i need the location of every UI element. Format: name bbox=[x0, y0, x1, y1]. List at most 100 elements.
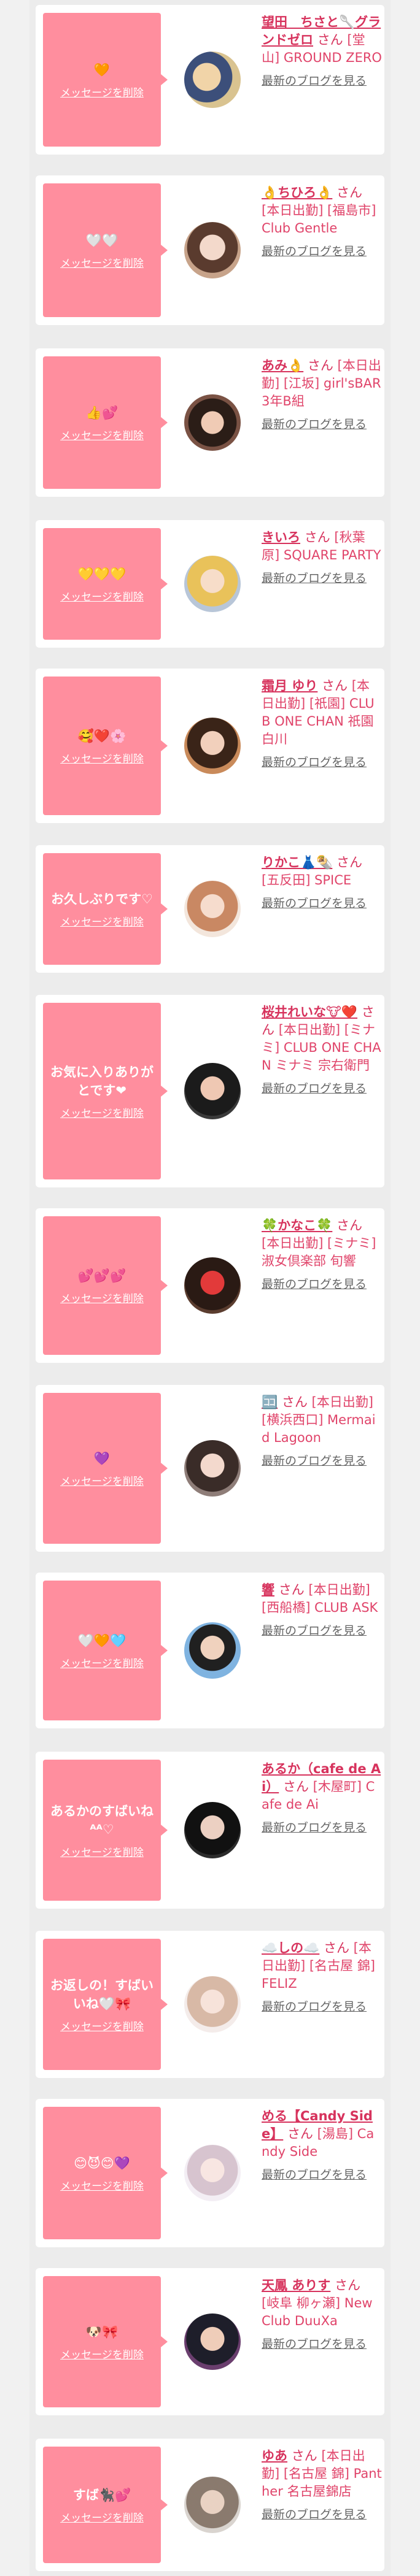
delete-message-link[interactable]: メッセージを削除 bbox=[60, 255, 144, 270]
profile-name-link[interactable]: 👌ちひろ👌 bbox=[262, 185, 332, 200]
profile-name-link[interactable]: 🈁 bbox=[262, 1395, 278, 1409]
avatar[interactable] bbox=[184, 52, 241, 108]
delete-message-link[interactable]: メッセージを削除 bbox=[60, 84, 144, 99]
profile-info: 🈁 さん [本日出勤] [横浜西口] Mermaid Lagoon 最新のブログ… bbox=[262, 1393, 382, 1470]
delete-message-link[interactable]: メッセージを削除 bbox=[60, 1473, 144, 1488]
delete-message-link[interactable]: メッセージを削除 bbox=[60, 1655, 144, 1670]
avatar[interactable] bbox=[184, 1976, 241, 2033]
profile-detail: [岐阜 柳ヶ瀬] New Club DuuXa bbox=[262, 2296, 373, 2328]
bubble-arrow-icon bbox=[161, 2336, 168, 2347]
bubble-arrow-icon bbox=[161, 578, 168, 589]
latest-blog-link[interactable]: 最新のブログを見る bbox=[262, 895, 382, 912]
message-text: 👍💕 bbox=[85, 405, 119, 420]
delete-message-link[interactable]: メッセージを削除 bbox=[60, 427, 144, 442]
avatar[interactable] bbox=[184, 2145, 241, 2201]
avatar[interactable] bbox=[184, 2313, 241, 2370]
honorific: さん bbox=[336, 1218, 362, 1233]
latest-blog-link[interactable]: 最新のブログを見る bbox=[262, 1081, 382, 1097]
list-item: 🥰❤️🌸 メッセージを削除 霜月 ゆり さん [本日出勤] [祇園] CLUB … bbox=[36, 669, 384, 823]
delete-message-link[interactable]: メッセージを削除 bbox=[60, 1105, 144, 1120]
latest-blog-link[interactable]: 最新のブログを見る bbox=[262, 2336, 382, 2353]
message-bubble: お久しぶりです♡ メッセージを削除 bbox=[43, 853, 161, 965]
profile-info: あるか（cafe de Ai） さん [木屋町] Cafe de Ai 最新のブ… bbox=[262, 1760, 382, 1836]
message-bubble: 😊😈😊💜 メッセージを削除 bbox=[43, 2107, 161, 2239]
message-bubble: すば🐈‍⬛💕 メッセージを削除 bbox=[43, 2447, 161, 2563]
list-item: 💜 メッセージを削除 🈁 さん [本日出勤] [横浜西口] Mermaid La… bbox=[36, 1385, 384, 1552]
profile-info: りかこ👗🌯 さん [五反田] SPICE 最新のブログを見る bbox=[262, 854, 382, 912]
avatar[interactable] bbox=[184, 556, 241, 612]
profile-name-link[interactable]: りかこ👗🌯 bbox=[262, 855, 332, 870]
bubble-arrow-icon bbox=[161, 1280, 168, 1291]
profile-name-link[interactable]: ゆあ bbox=[262, 2448, 287, 2463]
delete-message-link[interactable]: メッセージを削除 bbox=[60, 750, 144, 765]
delete-message-link[interactable]: メッセージを削除 bbox=[60, 588, 144, 604]
message-text: 💛💛💛 bbox=[77, 566, 126, 581]
delete-message-link[interactable]: メッセージを削除 bbox=[60, 2018, 144, 2033]
latest-blog-link[interactable]: 最新のブログを見る bbox=[262, 1999, 382, 2015]
delete-message-link[interactable]: メッセージを削除 bbox=[60, 2177, 144, 2193]
message-bubble: 🤍🧡🩵 メッセージを削除 bbox=[43, 1581, 161, 1720]
delete-message-link[interactable]: メッセージを削除 bbox=[60, 2346, 144, 2361]
profile-name-link[interactable]: ☁️しの☁️ bbox=[262, 1941, 319, 1955]
latest-blog-link[interactable]: 最新のブログを見る bbox=[262, 1820, 382, 1836]
profile-info: 桜井れいな🐮❤️ さん [本日出勤] [ミナミ] CLUB ONE CHAN ミ… bbox=[262, 1003, 382, 1097]
honorific: さん bbox=[322, 678, 348, 693]
avatar[interactable] bbox=[184, 222, 241, 278]
profile-detail: [本日出勤] [横浜西口] Mermaid Lagoon bbox=[262, 1395, 376, 1445]
latest-blog-link[interactable]: 最新のブログを見る bbox=[262, 73, 382, 90]
message-text: 🤍🤍 bbox=[85, 232, 119, 248]
honorific: さん bbox=[278, 1582, 305, 1597]
profile-name-link[interactable]: あみ👌 bbox=[262, 358, 303, 373]
avatar[interactable] bbox=[184, 718, 241, 774]
message-bubble: お返しの！すばいいね🤍🎀 メッセージを削除 bbox=[43, 1939, 161, 2070]
message-bubble: 🧡 メッセージを削除 bbox=[43, 13, 161, 147]
latest-blog-link[interactable]: 最新のブログを見る bbox=[262, 2507, 382, 2523]
latest-blog-link[interactable]: 最新のブログを見る bbox=[262, 754, 382, 771]
profile-info: きいろ さん [秋葉原] SQUARE PARTY 最新のブログを見る bbox=[262, 529, 382, 587]
message-text: 💜 bbox=[93, 1451, 111, 1466]
profile-detail: [五反田] SPICE bbox=[262, 873, 352, 887]
list-item: 🧡 メッセージを削除 望田 ちさと🥄グランドゼロ さん [堂山] GROUND … bbox=[36, 5, 384, 155]
profile-name-link[interactable]: 桜井れいな🐮❤️ bbox=[262, 1005, 357, 1019]
message-text: 🧡 bbox=[93, 62, 111, 77]
avatar[interactable] bbox=[184, 1257, 241, 1314]
bubble-arrow-icon bbox=[161, 417, 168, 428]
latest-blog-link[interactable]: 最新のブログを見る bbox=[262, 1623, 382, 1639]
latest-blog-link[interactable]: 最新のブログを見る bbox=[262, 1453, 382, 1470]
profile-detail: [本日出勤] [ミナミ] 淑女倶楽部 旬響 bbox=[262, 1236, 376, 1268]
profile-name-link[interactable]: 霜月 ゆり bbox=[262, 678, 317, 693]
avatar[interactable] bbox=[184, 1802, 241, 1858]
latest-blog-link[interactable]: 最新のブログを見る bbox=[262, 570, 382, 587]
latest-blog-link[interactable]: 最新のブログを見る bbox=[262, 1276, 382, 1293]
message-text: お返しの！すばいいね🤍🎀 bbox=[50, 1977, 154, 2011]
avatar[interactable] bbox=[184, 1440, 241, 1497]
honorific: さん bbox=[282, 1779, 309, 1794]
honorific: さん bbox=[287, 2126, 313, 2141]
delete-message-link[interactable]: メッセージを削除 bbox=[60, 1290, 144, 1305]
message-text: あるかのすばいね ᴬᴬ♡ bbox=[50, 1803, 154, 1837]
avatar[interactable] bbox=[184, 394, 241, 451]
delete-message-link[interactable]: メッセージを削除 bbox=[60, 1844, 144, 1859]
bubble-arrow-icon bbox=[161, 1825, 168, 1836]
list-item: お久しぶりです♡ メッセージを削除 りかこ👗🌯 さん [五反田] SPICE 最… bbox=[36, 845, 384, 973]
profile-detail: [木屋町] Cafe de Ai bbox=[262, 1779, 375, 1812]
message-bubble: 👍💕 メッセージを削除 bbox=[43, 356, 161, 489]
list-item: 💛💛💛 メッセージを削除 きいろ さん [秋葉原] SQUARE PARTY 最… bbox=[36, 520, 384, 648]
profile-name-link[interactable]: 🍀かなこ🍀 bbox=[262, 1218, 332, 1233]
latest-blog-link[interactable]: 最新のブログを見る bbox=[262, 416, 382, 433]
profile-name-link[interactable]: きいろ bbox=[262, 530, 300, 545]
message-bubble: 🐶🎀 メッセージを削除 bbox=[43, 2276, 161, 2407]
profile-name-link[interactable]: 天鳳 ありす bbox=[262, 2278, 330, 2293]
latest-blog-link[interactable]: 最新のブログを見る bbox=[262, 243, 382, 260]
avatar[interactable] bbox=[184, 2477, 241, 2533]
avatar[interactable] bbox=[184, 1063, 241, 1119]
avatar[interactable] bbox=[184, 881, 241, 937]
delete-message-link[interactable]: メッセージを削除 bbox=[60, 913, 144, 929]
avatar[interactable] bbox=[184, 1622, 241, 1679]
profile-name-link[interactable]: 響 bbox=[262, 1582, 274, 1597]
list-item: 🐶🎀 メッセージを削除 天鳳 ありす さん [岐阜 柳ヶ瀬] New Club … bbox=[36, 2268, 384, 2415]
delete-message-link[interactable]: メッセージを削除 bbox=[60, 2509, 144, 2524]
latest-blog-link[interactable]: 最新のブログを見る bbox=[262, 2167, 382, 2183]
profile-info: 🍀かなこ🍀 さん [本日出勤] [ミナミ] 淑女倶楽部 旬響 最新のブログを見る bbox=[262, 1217, 382, 1293]
profile-info: ゆあ さん [本日出勤] [名古屋 錦] Panther 名古屋錦店 最新のブロ… bbox=[262, 2447, 382, 2523]
